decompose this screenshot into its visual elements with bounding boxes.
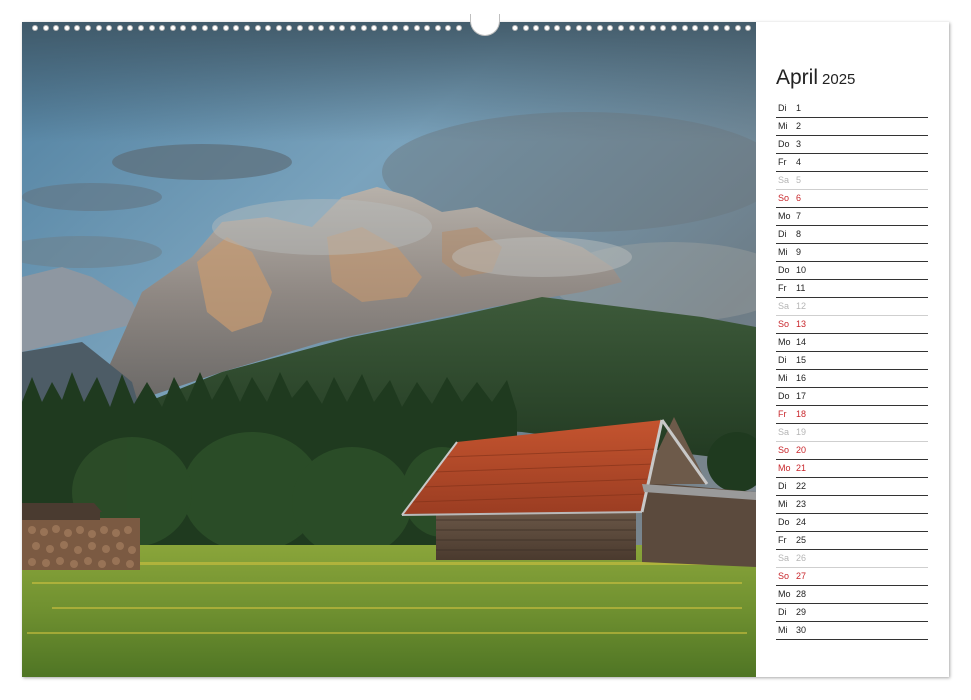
weekday-label: Sa bbox=[778, 553, 790, 563]
day-number: 10 bbox=[796, 265, 807, 275]
day-row: Fr 18 bbox=[776, 406, 928, 424]
year: 2025 bbox=[822, 71, 856, 88]
day-number: 8 bbox=[796, 229, 802, 239]
day-number: 27 bbox=[796, 571, 807, 581]
day-row: Do 24 bbox=[776, 514, 928, 532]
day-row: Mi 16 bbox=[776, 370, 928, 388]
day-row: Mo 28 bbox=[776, 586, 928, 604]
day-row: So 6 bbox=[776, 190, 928, 208]
day-number: 23 bbox=[796, 499, 807, 509]
day-number: 3 bbox=[796, 139, 802, 149]
weekday-label: Mi bbox=[778, 121, 788, 131]
mountain-meadow-image bbox=[22, 22, 756, 677]
weekday-label: Do bbox=[778, 265, 790, 275]
weekday-label: Mo bbox=[778, 589, 791, 599]
day-row: So 20 bbox=[776, 442, 928, 460]
weekday-label: Sa bbox=[778, 175, 790, 185]
weekday-label: Do bbox=[778, 139, 790, 149]
weekday-label: Di bbox=[778, 103, 787, 113]
day-row: Di 1 bbox=[776, 100, 928, 118]
day-number: 19 bbox=[796, 427, 807, 437]
weekday-label: So bbox=[778, 445, 790, 455]
day-number: 26 bbox=[796, 553, 807, 563]
weekday-label: Mo bbox=[778, 463, 791, 473]
day-row: So 27 bbox=[776, 568, 928, 586]
weekday-label: Mi bbox=[778, 625, 788, 635]
day-number: 24 bbox=[796, 517, 807, 527]
day-row: Mo 21 bbox=[776, 460, 928, 478]
day-row: Sa 5 bbox=[776, 172, 928, 190]
day-row: Di 15 bbox=[776, 352, 928, 370]
weekday-label: Sa bbox=[778, 427, 790, 437]
day-number: 4 bbox=[796, 157, 802, 167]
weekday-label: Di bbox=[778, 607, 787, 617]
weekday-label: Fr bbox=[778, 409, 787, 419]
weekday-label: So bbox=[778, 571, 790, 581]
day-number: 18 bbox=[796, 409, 807, 419]
calendar-panel: April 2025 Di 1 Mi 2 Do 3 Fr 4 Sa 5 So 6 Mo 7 Di 8 Mi 9 Do 1… bbox=[756, 22, 949, 677]
day-row: Di 29 bbox=[776, 604, 928, 622]
day-number: 30 bbox=[796, 625, 807, 635]
day-row: Do 3 bbox=[776, 136, 928, 154]
day-row: Fr 11 bbox=[776, 280, 928, 298]
weekday-label: Do bbox=[778, 391, 790, 401]
day-row: Mo 14 bbox=[776, 334, 928, 352]
weekday-label: Fr bbox=[778, 157, 787, 167]
month-title: April 2025 bbox=[776, 66, 855, 90]
weekday-label: Mo bbox=[778, 211, 791, 221]
month-name: April bbox=[776, 66, 819, 89]
calendar-page: April 2025 Di 1 Mi 2 Do 3 Fr 4 Sa 5 So 6 Mo 7 Di 8 Mi 9 Do 1… bbox=[22, 14, 949, 677]
day-row: Mi 2 bbox=[776, 118, 928, 136]
day-number: 5 bbox=[796, 175, 802, 185]
day-number: 12 bbox=[796, 301, 807, 311]
weekday-label: Mi bbox=[778, 247, 788, 257]
day-number: 16 bbox=[796, 373, 807, 383]
day-row: Do 10 bbox=[776, 262, 928, 280]
day-number: 25 bbox=[796, 535, 807, 545]
day-number: 13 bbox=[796, 319, 807, 329]
day-row: Di 22 bbox=[776, 478, 928, 496]
weekday-label: Mi bbox=[778, 499, 788, 509]
day-row: Sa 26 bbox=[776, 550, 928, 568]
day-number: 2 bbox=[796, 121, 802, 131]
weekday-label: Fr bbox=[778, 535, 787, 545]
day-number: 6 bbox=[796, 193, 802, 203]
weekday-label: Sa bbox=[778, 301, 790, 311]
weekday-label: Fr bbox=[778, 283, 787, 293]
day-row: Sa 12 bbox=[776, 298, 928, 316]
day-number: 20 bbox=[796, 445, 807, 455]
weekday-label: Mi bbox=[778, 373, 788, 383]
day-number: 17 bbox=[796, 391, 807, 401]
weekday-label: Di bbox=[778, 355, 787, 365]
day-row: Mi 23 bbox=[776, 496, 928, 514]
weekday-label: Mo bbox=[778, 337, 791, 347]
weekday-label: Di bbox=[778, 481, 787, 491]
day-number: 29 bbox=[796, 607, 807, 617]
day-row: Mi 9 bbox=[776, 244, 928, 262]
weekday-label: Di bbox=[778, 229, 787, 239]
weekday-label: So bbox=[778, 319, 790, 329]
day-row: Mo 7 bbox=[776, 208, 928, 226]
landscape-photo bbox=[22, 22, 756, 677]
day-row: Mi 30 bbox=[776, 622, 928, 640]
day-row: Do 17 bbox=[776, 388, 928, 406]
weekday-label: Do bbox=[778, 517, 790, 527]
day-number: 11 bbox=[796, 283, 806, 293]
day-number: 22 bbox=[796, 481, 807, 491]
day-list: Di 1 Mi 2 Do 3 Fr 4 Sa 5 So 6 Mo 7 Di 8 Mi 9 Do 10 Fr 11 Sa 12 S… bbox=[776, 100, 928, 640]
day-number: 14 bbox=[796, 337, 807, 347]
day-number: 7 bbox=[796, 211, 802, 221]
day-number: 1 bbox=[796, 103, 802, 113]
day-row: Di 8 bbox=[776, 226, 928, 244]
day-row: So 13 bbox=[776, 316, 928, 334]
day-row: Fr 4 bbox=[776, 154, 928, 172]
weekday-label: So bbox=[778, 193, 790, 203]
day-number: 21 bbox=[796, 463, 807, 473]
day-number: 9 bbox=[796, 247, 802, 257]
day-row: Sa 19 bbox=[776, 424, 928, 442]
day-number: 15 bbox=[796, 355, 807, 365]
day-row: Fr 25 bbox=[776, 532, 928, 550]
day-number: 28 bbox=[796, 589, 807, 599]
